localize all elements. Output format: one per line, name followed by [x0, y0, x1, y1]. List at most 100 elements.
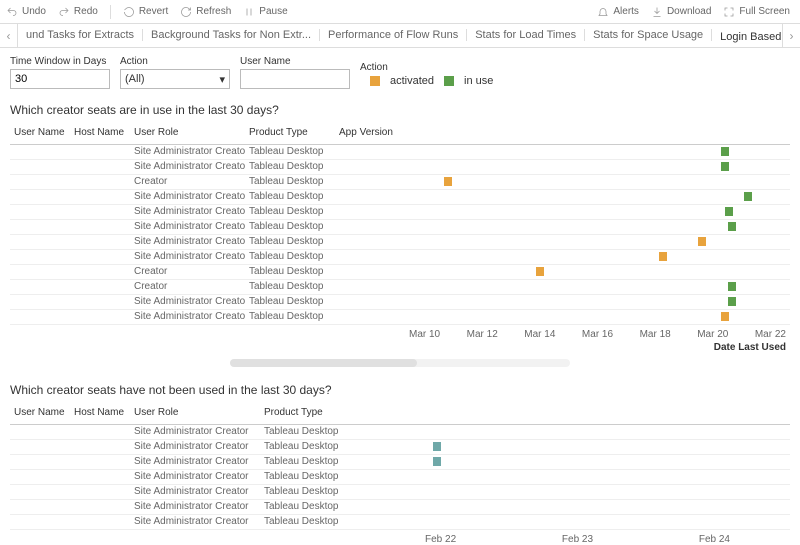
pause-label: Pause — [259, 6, 287, 17]
table-row[interactable]: CreatorTableau Desktop — [10, 265, 790, 280]
table-row[interactable]: Site Administrator CreatorTableau Deskto… — [10, 485, 790, 500]
th2-prod[interactable]: Product Type — [260, 403, 365, 425]
refresh-label: Refresh — [196, 6, 231, 17]
axis-tick: Feb 22 — [425, 534, 456, 545]
th2-user[interactable]: User Name — [10, 403, 70, 425]
axis-tick: Mar 10 — [409, 329, 440, 340]
data-mark[interactable] — [721, 162, 729, 171]
hscroll[interactable] — [230, 359, 570, 367]
table-row[interactable]: Site Administrator CreatorTableau Deskto… — [10, 470, 790, 485]
table-row[interactable]: Site Administrator CreatorTableau Deskto… — [10, 440, 790, 455]
tab-stats-for-space-usage[interactable]: Stats for Space Usage — [585, 29, 712, 41]
table-row[interactable]: CreatorTableau Desktop — [10, 280, 790, 295]
action-filter-label: Action — [120, 56, 230, 67]
notused-table: User Name Host Name User Role Product Ty… — [10, 403, 790, 530]
table-row[interactable]: Site Administrator CreatorTableau Deskto… — [10, 220, 790, 235]
th-app[interactable]: App Version — [335, 123, 405, 145]
tabs-next-button[interactable]: › — [782, 24, 800, 47]
th-user[interactable]: User Name — [10, 123, 70, 145]
days-label: Time Window in Days — [10, 56, 110, 67]
data-mark[interactable] — [433, 457, 441, 466]
data-mark[interactable] — [728, 222, 736, 231]
data-mark[interactable] — [744, 192, 752, 201]
days-input[interactable] — [10, 69, 110, 89]
action-value: (All) — [125, 73, 145, 85]
tab-stats-for-load-times[interactable]: Stats for Load Times — [467, 29, 585, 41]
th2-role[interactable]: User Role — [130, 403, 260, 425]
chevron-down-icon: ▾ — [219, 73, 225, 86]
pause-button[interactable]: Pause — [243, 6, 287, 18]
table-row[interactable]: Site Administrator CreatorTableau Deskto… — [10, 145, 790, 160]
alerts-button[interactable]: Alerts — [597, 6, 639, 18]
section2-title: Which creator seats have not been used i… — [0, 375, 800, 403]
axis-tick: Feb 23 — [562, 534, 593, 545]
axis-tick: Mar 12 — [467, 329, 498, 340]
table-row[interactable]: Site Administrator CreatorTableau Deskto… — [10, 455, 790, 470]
th-prod[interactable]: Product Type — [245, 123, 335, 145]
tab-login-based-license-usage[interactable]: Login Based License Usage — [712, 29, 782, 43]
table-row[interactable]: Site Administrator CreatorTableau Deskto… — [10, 160, 790, 175]
filters-bar: Time Window in Days Action (All) ▾ User N… — [0, 48, 800, 95]
table-row[interactable]: Site Administrator CreatorTableau Deskto… — [10, 295, 790, 310]
legend-text-activated: activated — [390, 75, 434, 87]
th-role[interactable]: User Role — [130, 123, 245, 145]
undo-label: Undo — [22, 6, 46, 17]
axis-tick: Mar 18 — [640, 329, 671, 340]
section1-title: Which creator seats are in use in the la… — [0, 95, 800, 123]
table-row[interactable]: Site Administrator CreatorTableau Deskto… — [10, 515, 790, 530]
section2-axis: Feb 22 Feb 23 Feb 24 — [0, 530, 800, 545]
user-input[interactable] — [240, 69, 350, 89]
data-mark[interactable] — [698, 237, 706, 246]
data-mark[interactable] — [659, 252, 667, 261]
inuse-table: User Name Host Name User Role Product Ty… — [10, 123, 790, 325]
user-filter-label: User Name — [240, 56, 350, 67]
table-row[interactable]: Site Administrator CreatorTableau Deskto… — [10, 190, 790, 205]
th-host[interactable]: Host Name — [70, 123, 130, 145]
action-select[interactable]: (All) ▾ — [120, 69, 230, 89]
fullscreen-button[interactable]: Full Screen — [723, 6, 790, 18]
tabs-prev-button[interactable]: ‹ — [0, 24, 18, 47]
data-mark[interactable] — [721, 312, 729, 321]
axis-label: Date Last Used — [0, 340, 800, 353]
tab-und-tasks-for-extracts[interactable]: und Tasks for Extracts — [18, 29, 143, 41]
tab-performance-of-flow-runs[interactable]: Performance of Flow Runs — [320, 29, 467, 41]
revert-button[interactable]: Revert — [123, 6, 168, 18]
axis-tick: Feb 24 — [699, 534, 730, 545]
table-row[interactable]: Site Administrator CreatorTableau Deskto… — [10, 235, 790, 250]
fullscreen-label: Full Screen — [739, 6, 790, 17]
refresh-button[interactable]: Refresh — [180, 6, 231, 18]
download-label: Download — [667, 6, 711, 17]
tabs-bar: ‹ und Tasks for ExtractsBackground Tasks… — [0, 24, 800, 48]
table-row[interactable]: Site Administrator CreatorTableau Deskto… — [10, 205, 790, 220]
data-mark[interactable] — [721, 147, 729, 156]
tab-background-tasks-for-non-extr-[interactable]: Background Tasks for Non Extr... — [143, 29, 320, 41]
data-mark[interactable] — [536, 267, 544, 276]
redo-label: Redo — [74, 6, 98, 17]
section1-axis: Mar 10Mar 12Mar 14Mar 16Mar 18Mar 20Mar … — [0, 325, 800, 340]
axis-tick: Mar 20 — [697, 329, 728, 340]
legend: activated in use — [370, 75, 493, 89]
table-row[interactable]: Site Administrator CreatorTableau Deskto… — [10, 250, 790, 265]
table-row[interactable]: Site Administrator CreatorTableau Deskto… — [10, 425, 790, 440]
alerts-label: Alerts — [613, 6, 639, 17]
legend-text-inuse: in use — [464, 75, 493, 87]
revert-label: Revert — [139, 6, 168, 17]
data-mark[interactable] — [728, 297, 736, 306]
download-button[interactable]: Download — [651, 6, 711, 18]
data-mark[interactable] — [433, 442, 441, 451]
table-row[interactable]: Site Administrator CreatorTableau Deskto… — [10, 310, 790, 325]
legend-chip-inuse — [444, 76, 454, 86]
toolbar: Undo Redo Revert Refresh Pause Alerts Do… — [0, 0, 800, 24]
table-row[interactable]: Site Administrator CreatorTableau Deskto… — [10, 500, 790, 515]
th2-host[interactable]: Host Name — [70, 403, 130, 425]
redo-button[interactable]: Redo — [58, 6, 98, 18]
axis-tick: Mar 14 — [524, 329, 555, 340]
data-mark[interactable] — [728, 282, 736, 291]
axis-tick: Mar 16 — [582, 329, 613, 340]
table-row[interactable]: CreatorTableau Desktop — [10, 175, 790, 190]
legend-label: Action — [360, 62, 493, 73]
data-mark[interactable] — [725, 207, 733, 216]
legend-chip-activated — [370, 76, 380, 86]
undo-button[interactable]: Undo — [6, 6, 46, 18]
data-mark[interactable] — [444, 177, 452, 186]
